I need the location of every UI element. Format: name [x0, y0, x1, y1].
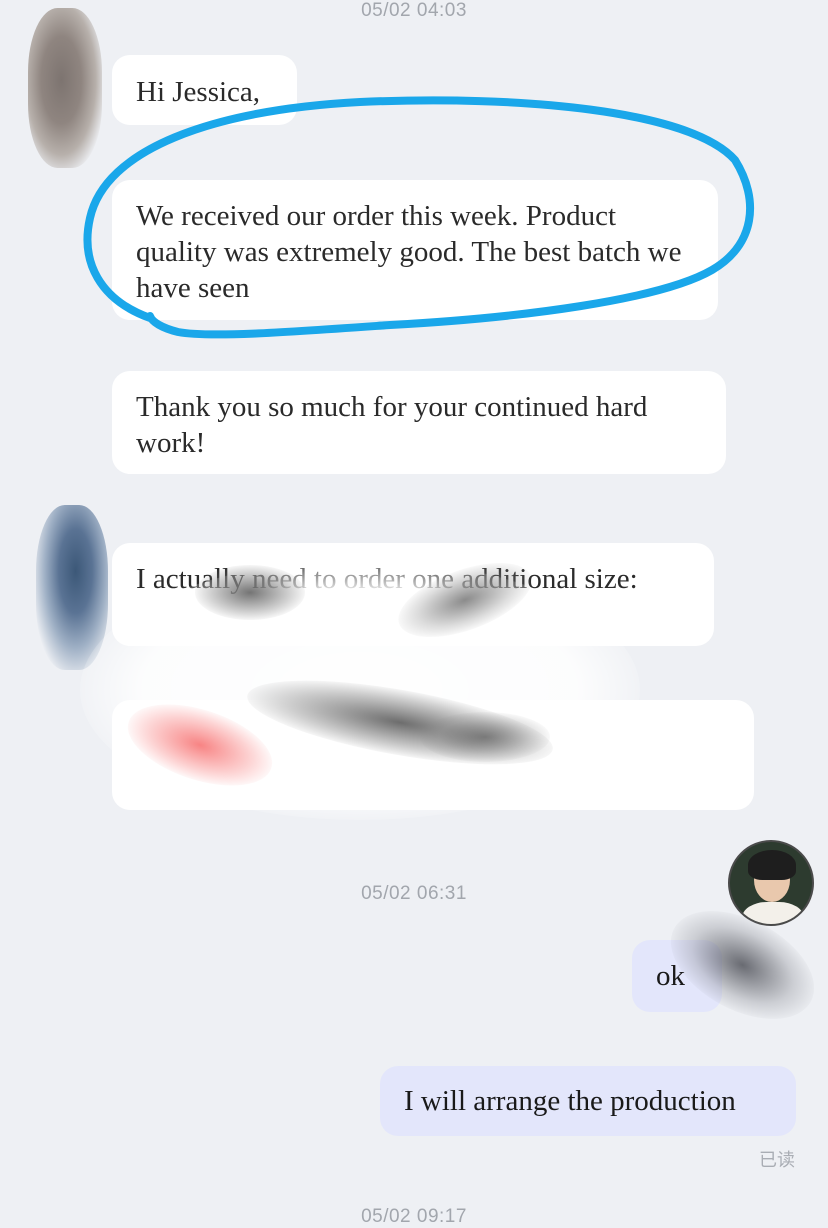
message-text: Thank you so much for your continued har… [136, 391, 648, 459]
message-bubble[interactable]: Thank you so much for your continued har… [112, 371, 726, 474]
message-bubble[interactable]: Hi Jessica, [112, 55, 297, 125]
timestamp: 05/02 09:17 [361, 1206, 467, 1227]
timestamp: 05/02 04:03 [361, 0, 467, 21]
message-text: Hi Jessica, [136, 76, 261, 108]
message-text: I will arrange the production [404, 1085, 736, 1117]
redaction-smudge [420, 712, 550, 762]
timestamp: 05/02 06:31 [361, 883, 467, 904]
read-receipt: 已读 [759, 1150, 795, 1171]
redaction-smudge [195, 565, 305, 620]
user-avatar[interactable] [728, 840, 814, 926]
message-text: We received our order this week. Product… [136, 200, 682, 304]
outgoing-message-bubble[interactable]: I will arrange the production [380, 1066, 796, 1136]
sender-avatar[interactable] [28, 8, 102, 168]
message-bubble[interactable]: We received our order this week. Product… [112, 180, 718, 320]
avatar-hair [748, 850, 796, 880]
